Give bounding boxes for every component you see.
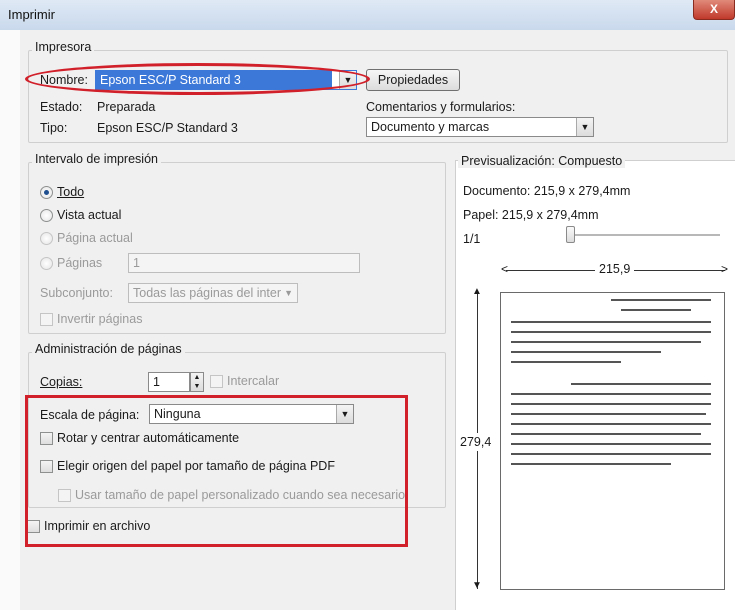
- properties-button[interactable]: Propiedades: [366, 69, 460, 91]
- title-bar: [0, 0, 735, 30]
- annotation-rectangle: [25, 395, 408, 547]
- print-range-legend: Intervalo de impresión: [32, 152, 161, 166]
- copies-stepper[interactable]: ▲ ▼: [190, 372, 204, 392]
- radio-pages-label: Páginas: [57, 256, 103, 270]
- chevron-down-icon: ▼: [284, 288, 293, 298]
- height-bottom-arrow-icon: ▼: [472, 580, 482, 591]
- preview-legend: Previsualización: Compuesto: [458, 154, 626, 168]
- copies-label: Copias:: [40, 375, 83, 389]
- window-title: Imprimir: [8, 7, 55, 22]
- copies-input[interactable]: 1: [148, 372, 190, 392]
- print-range-section: [28, 162, 446, 334]
- comments-select[interactable]: Documento y marcas ▼: [366, 117, 594, 137]
- preview-page-counter: 1/1: [463, 232, 481, 246]
- radio-current-page-label: Página actual: [57, 231, 133, 245]
- paper-preview: [500, 292, 725, 590]
- status-label: Estado:: [40, 100, 83, 114]
- radio-all-label[interactable]: Todo: [57, 185, 84, 199]
- reverse-pages-label: Invertir páginas: [57, 312, 143, 326]
- preview-width: 215,9: [595, 262, 635, 276]
- subset-label: Subconjunto:: [40, 286, 113, 300]
- reverse-pages-checkbox: [40, 313, 53, 326]
- chevron-down-icon[interactable]: ▼: [576, 118, 593, 136]
- pages-input: 1: [128, 253, 360, 273]
- radio-current-view-label[interactable]: Vista actual: [57, 208, 121, 222]
- annotation-ellipse: [25, 63, 370, 95]
- page-handling-legend: Administración de páginas: [32, 342, 185, 356]
- left-edge: [0, 30, 20, 610]
- comments-label: Comentarios y formularios:: [366, 100, 516, 114]
- close-button[interactable]: X: [693, 0, 735, 20]
- preview-height: 279,4: [460, 433, 492, 451]
- status-value: Preparada: [97, 100, 156, 114]
- subset-select: Todas las páginas del inter ▼: [128, 283, 298, 303]
- radio-all[interactable]: [40, 186, 53, 199]
- page-slider-track[interactable]: [568, 234, 720, 236]
- type-label: Tipo:: [40, 121, 68, 135]
- type-value: Epson ESC/P Standard 3: [97, 121, 238, 135]
- radio-pages: [40, 257, 53, 270]
- printer-legend: Impresora: [32, 40, 95, 54]
- radio-current-view[interactable]: [40, 209, 53, 222]
- preview-paper-size: Papel: 215,9 x 279,4mm: [463, 208, 599, 222]
- radio-current-page: [40, 232, 53, 245]
- subset-value: Todas las páginas del inter: [133, 286, 282, 300]
- collate-checkbox: [210, 375, 223, 388]
- comments-value: Documento y marcas: [371, 120, 490, 134]
- preview-document-size: Documento: 215,9 x 279,4mm: [463, 184, 631, 198]
- width-right-arrow-icon: >: [721, 262, 729, 276]
- width-left-arrow-icon: <: [501, 262, 509, 276]
- height-top-arrow-icon: ▲: [472, 286, 482, 297]
- page-slider-thumb[interactable]: [566, 226, 575, 243]
- collate-label: Intercalar: [227, 374, 280, 388]
